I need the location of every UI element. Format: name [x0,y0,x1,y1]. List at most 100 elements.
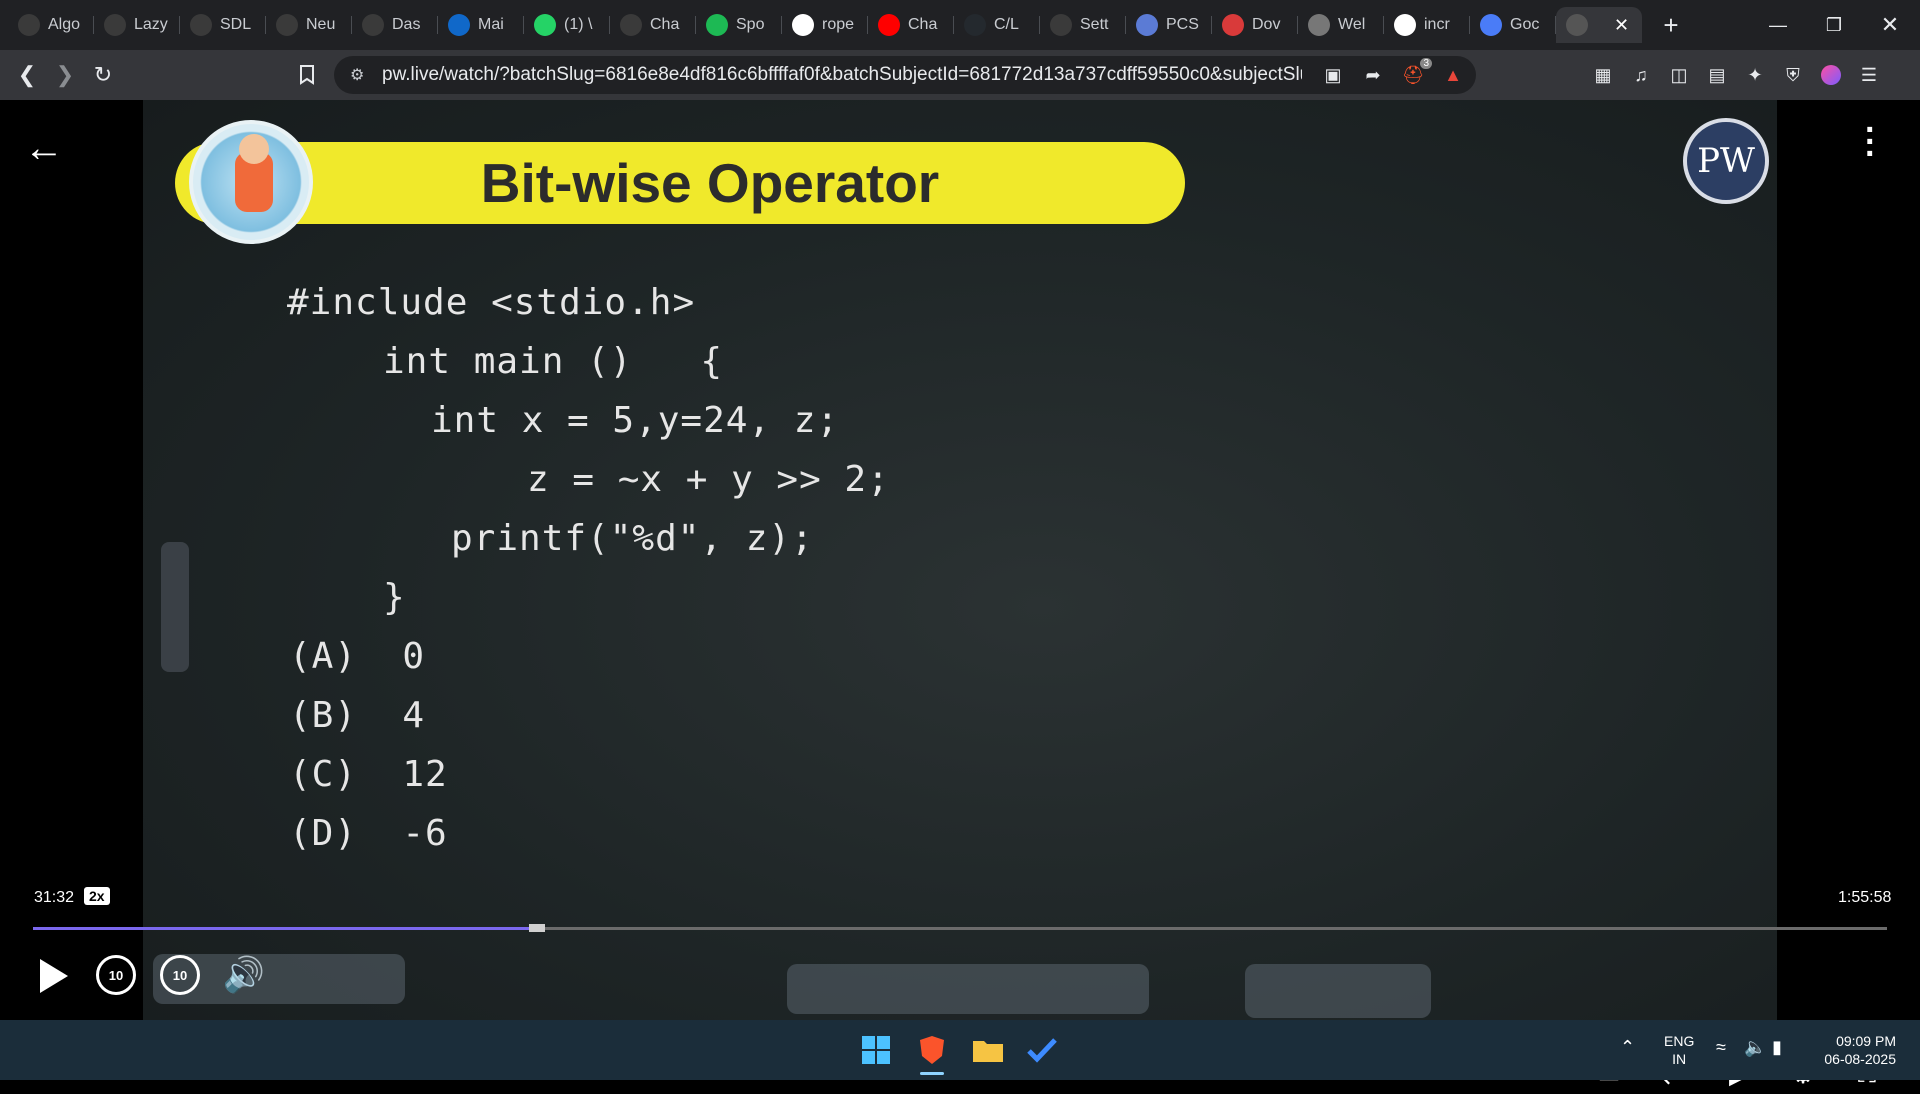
outlook-icon [448,14,470,36]
browser-tab[interactable]: rope [782,7,868,43]
url-text: pw.live/watch/?batchSlug=6816e8e4df816c6… [382,64,1302,85]
dov-icon [1222,14,1244,36]
option-c: (C) 12 [289,754,448,795]
openai-icon [104,14,126,36]
tab-label: Lazy [134,16,168,33]
browser-tab[interactable]: Mai [438,7,524,43]
current-time: 31:32 [34,889,75,906]
browser-tab[interactable]: Algo [8,7,94,43]
active-browser-tab[interactable]: ✕ [1556,7,1642,43]
browser-tab[interactable]: Cha [610,7,696,43]
browser-tab[interactable]: C/L [954,7,1040,43]
tab-label: Sett [1080,16,1109,33]
browser-tab[interactable]: Neu [266,7,352,43]
rewind-10-button[interactable]: 10 [96,955,136,995]
video-frame[interactable]: Bit-wise Operator PW #include <stdio.h> … [143,100,1777,1020]
tab-label: PCS [1166,16,1199,33]
reader-mode-icon[interactable]: ▦ [1590,62,1616,88]
playback-speed-badge[interactable]: 2x [84,887,110,905]
browser-tab[interactable]: Cha [868,7,954,43]
browser-tab[interactable]: Sett [1040,7,1126,43]
tab-label: incr [1424,16,1450,33]
wifi-icon[interactable]: ≈ [1716,1038,1726,1056]
slide-title: Bit-wise Operator [480,152,940,214]
vpn-icon[interactable]: ⛨ [1780,62,1806,88]
browser-tab[interactable]: incr [1384,7,1470,43]
windows-start-icon[interactable] [858,1032,894,1068]
sidebar-icon[interactable]: ◫ [1666,62,1692,88]
close-tab-icon[interactable]: ✕ [1614,15,1629,36]
whatsapp-icon [534,14,556,36]
address-bar[interactable]: ⚙ pw.live/watch/?batchSlug=6816e8e4df816… [334,56,1476,94]
profile-avatar-icon[interactable] [1818,62,1844,88]
brave-rewards-icon[interactable]: ▲ [1440,62,1466,88]
progress-knob[interactable] [529,924,546,932]
minimize-button[interactable]: — [1750,0,1806,50]
more-options-icon[interactable]: · · · [1865,113,1876,171]
browser-tab[interactable]: Spo [696,7,782,43]
progress-bar[interactable] [33,924,1887,932]
play-button[interactable] [34,954,74,998]
youtube-icon [878,14,900,36]
volume-icon[interactable]: 🔊 [220,955,268,995]
pw-logo: PW [1683,118,1769,204]
tab-label: Dov [1252,16,1281,33]
tab-label: Algo [48,16,81,33]
tab-label: C/L [994,16,1019,33]
github-icon [964,14,986,36]
media-icon[interactable]: ♫ [1628,62,1654,88]
whiteboard-toolbar-center [787,964,1149,1014]
tab-label: Wel [1338,16,1366,33]
todo-icon[interactable] [1024,1032,1060,1068]
browser-toolbar: ❮ ❯ ↻ ⚙ pw.live/watch/?batchSlug=6816e8e… [0,50,1920,100]
close-window-button[interactable]: ✕ [1862,0,1918,50]
bookmark-icon[interactable] [290,58,324,92]
battery-icon[interactable]: ▮ [1772,1038,1782,1056]
tray-overflow-icon[interactable]: ⌃ [1620,1038,1635,1056]
tab-label: Mai [478,16,504,33]
slide-title-banner: Bit-wise Operator [175,142,1185,224]
code-line: } [383,577,406,618]
wel-icon [1308,14,1330,36]
tab-label: rope [822,16,855,33]
openai-icon [190,14,212,36]
language-indicator[interactable]: ENG IN [1664,1032,1694,1068]
browser-tab[interactable]: Goc [1470,7,1556,43]
share-icon[interactable]: ➦ [1360,62,1386,88]
wallet-icon[interactable]: ▤ [1704,62,1730,88]
tab-label: Cha [908,16,938,33]
site-settings-icon[interactable]: ⚙ [350,65,364,85]
file-explorer-icon[interactable] [970,1032,1006,1068]
browser-tab[interactable]: Lazy [94,7,180,43]
leo-ai-icon[interactable]: ✦ [1742,62,1768,88]
back-arrow-icon[interactable]: ← [24,126,64,171]
back-icon[interactable]: ❮ [10,58,44,92]
install-app-icon[interactable]: ▣ [1320,62,1346,88]
browser-tab[interactable]: SDL [180,7,266,43]
browser-tab[interactable]: (1) \ [524,7,610,43]
brave-browser-icon[interactable] [914,1032,950,1068]
browser-tab[interactable]: Wel [1298,7,1384,43]
pw-favicon-icon [1566,14,1588,36]
browser-tab[interactable]: PCS [1126,7,1212,43]
video-player[interactable]: Bit-wise Operator PW #include <stdio.h> … [0,100,1920,1089]
reload-icon[interactable]: ↻ [86,58,120,92]
browser-tab[interactable]: Dov [1212,7,1298,43]
browser-tab[interactable]: Das [352,7,438,43]
duration: 1:55:58 [1838,889,1892,906]
restore-button[interactable]: ❐ [1806,0,1862,50]
whiteboard-toolbar-right [1245,964,1431,1018]
new-tab-button[interactable]: + [1656,10,1686,41]
windows-taskbar: ⌃ ENG IN ≈ 🔈 ▮ 09:09 PM 06-08-2025 [0,1020,1920,1080]
option-b: (B) 4 [289,695,426,736]
openai-icon [620,14,642,36]
openai-icon [276,14,298,36]
forward-10-button[interactable]: 10 [160,955,200,995]
speaker-icon[interactable]: 🔈 [1744,1038,1766,1056]
forward-10-icon: 10 [172,967,188,983]
gemini-icon [1480,14,1502,36]
forward-icon[interactable]: ❯ [48,58,82,92]
clock[interactable]: 09:09 PM 06-08-2025 [1812,1032,1896,1068]
menu-icon[interactable]: ☰ [1856,62,1882,88]
brave-shields-icon[interactable]: ⛑ 3 [1400,58,1432,88]
